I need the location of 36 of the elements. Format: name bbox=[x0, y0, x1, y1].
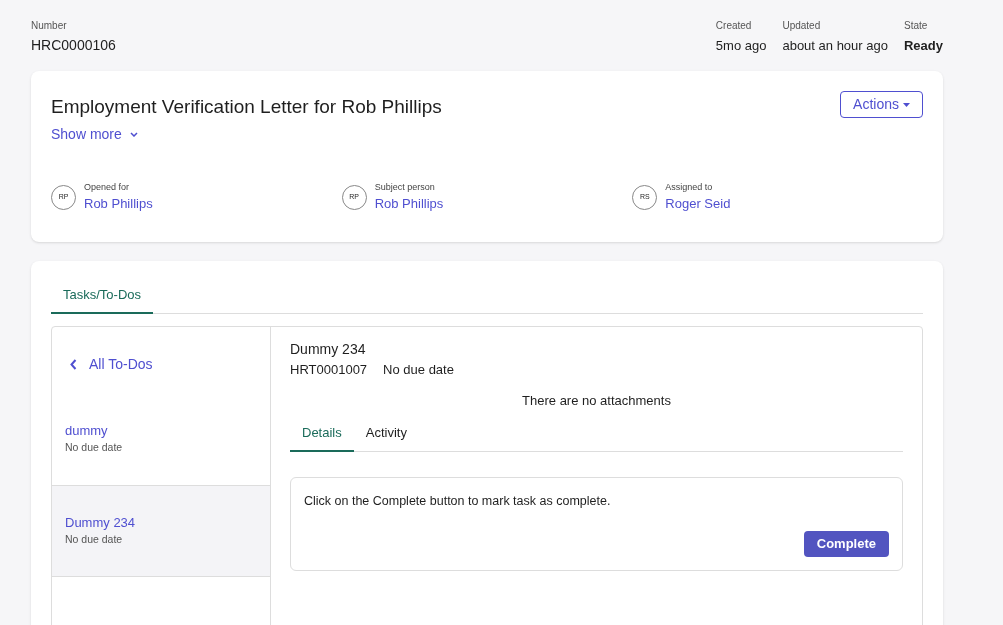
tab[interactable]: Details bbox=[290, 422, 354, 452]
tab[interactable]: Activity bbox=[353, 422, 419, 451]
complete-button[interactable]: Complete bbox=[803, 531, 889, 557]
due-date: No due date bbox=[65, 440, 124, 456]
todo-title: dummy bbox=[65, 421, 109, 440]
field-label: Assigned to bbox=[665, 180, 714, 194]
case-number: HRC0000106 bbox=[31, 36, 116, 55]
case-title: Employment Verification Letter for Rob Phillips bbox=[51, 95, 442, 119]
todo-title: Dummy 234 bbox=[65, 513, 137, 532]
show-more-link[interactable]: Show more bbox=[51, 123, 138, 145]
attachments-message: There are no attachments bbox=[521, 392, 672, 410]
todo-item[interactable]: dummy No due date bbox=[52, 392, 270, 485]
field-label: Created bbox=[715, 19, 753, 33]
field-label: Number bbox=[31, 19, 68, 33]
actions-button[interactable]: Actions bbox=[840, 91, 923, 118]
task-number: HRT0001007 bbox=[290, 360, 368, 379]
field-label: Updated bbox=[782, 19, 822, 33]
chevron-left-icon bbox=[70, 358, 77, 370]
field-value: Ready bbox=[903, 37, 943, 55]
person-link[interactable]: Rob Phillips bbox=[84, 194, 153, 214]
caret-icon bbox=[903, 102, 910, 107]
due-date: No due date bbox=[65, 532, 124, 548]
all-todos-link[interactable]: All To-Dos bbox=[70, 353, 153, 375]
field-value: 5mo ago bbox=[715, 37, 767, 55]
due-date: No due date bbox=[383, 360, 454, 379]
todo-item[interactable]: Dummy 234 No due date bbox=[52, 484, 270, 577]
person-link[interactable]: Rob Phillips bbox=[374, 194, 444, 214]
tab[interactable]: Tasks/To-Dos bbox=[51, 285, 154, 314]
instruction-text: Click on the Complete button to mark task as complete. bbox=[304, 493, 612, 510]
field-label: Subject person bbox=[374, 180, 436, 194]
task-title: Dummy 234 bbox=[290, 339, 367, 359]
field-label: State bbox=[903, 19, 929, 33]
person-link[interactable]: Roger Seid bbox=[665, 194, 731, 214]
field-value: about an hour ago bbox=[782, 37, 888, 55]
field-label: Opened for bbox=[84, 180, 131, 194]
chevron-down-icon bbox=[129, 131, 138, 137]
